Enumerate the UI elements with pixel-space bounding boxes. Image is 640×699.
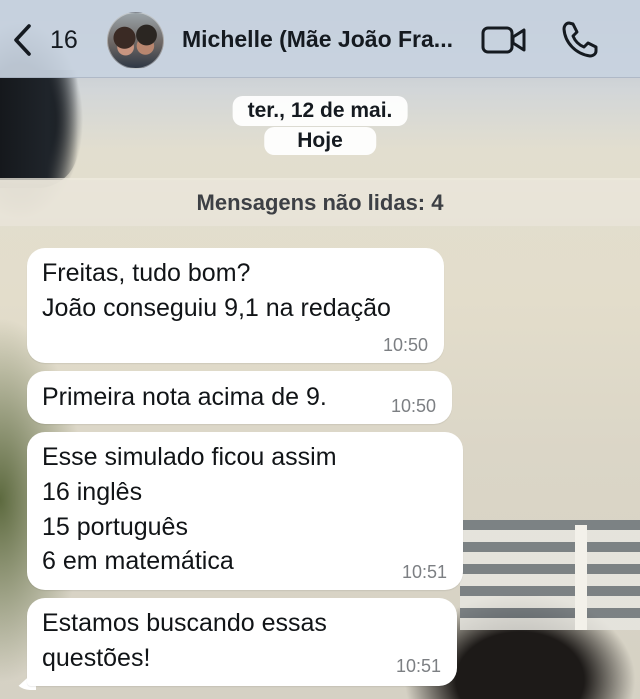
video-call-button[interactable] <box>480 22 528 58</box>
message-text: João conseguiu 9,1 na redação <box>42 294 391 322</box>
wallpaper-window <box>460 520 640 630</box>
message-timestamp: 10:51 <box>401 562 447 582</box>
wallpaper-dark-object <box>0 70 78 188</box>
unread-chats-count: 16 <box>50 25 78 54</box>
message-text: 16 inglês <box>42 478 143 506</box>
wallpaper-window-frame <box>575 525 587 630</box>
message-text: 15 português <box>42 513 188 541</box>
back-button[interactable]: 16 <box>10 18 90 62</box>
message-bubble[interactable]: Primeira nota acima de 9. 10:50 <box>27 371 452 424</box>
message-text: Freitas, tudo bom? <box>42 259 251 287</box>
contact-avatar[interactable] <box>107 12 164 69</box>
message-timestamp: 10:51 <box>395 656 441 676</box>
message-text: 6 em matemática <box>42 547 234 575</box>
message-timestamp: 10:50 <box>382 335 428 355</box>
voice-call-button[interactable] <box>560 18 600 60</box>
video-camera-icon <box>481 26 526 54</box>
message-text: Primeira nota acima de 9. <box>42 383 327 411</box>
message-text: Esse simulado ficou assim <box>42 443 337 471</box>
phone-icon <box>562 21 598 58</box>
today-chip: Hoje <box>264 127 376 155</box>
message-text: questões! <box>42 644 151 672</box>
chat-header: 16 Michelle (Mãe João Fra... <box>0 0 640 78</box>
unread-messages-banner: Mensagens não lidas: 4 <box>0 180 640 226</box>
message-text: Estamos buscando essas <box>42 609 327 637</box>
message-bubble[interactable]: Estamos buscando essas questões! 10:51 <box>27 598 457 686</box>
message-bubble[interactable]: Esse simulado ficou assim 16 inglês 15 p… <box>27 432 463 590</box>
chevron-left-icon <box>14 24 31 56</box>
contact-name[interactable]: Michelle (Mãe João Fra... <box>182 26 472 53</box>
message-timestamp: 10:50 <box>390 396 436 416</box>
date-chip: ter., 12 de mai. <box>232 96 408 126</box>
message-bubble[interactable]: Freitas, tudo bom? João conseguiu 9,1 na… <box>27 248 444 363</box>
